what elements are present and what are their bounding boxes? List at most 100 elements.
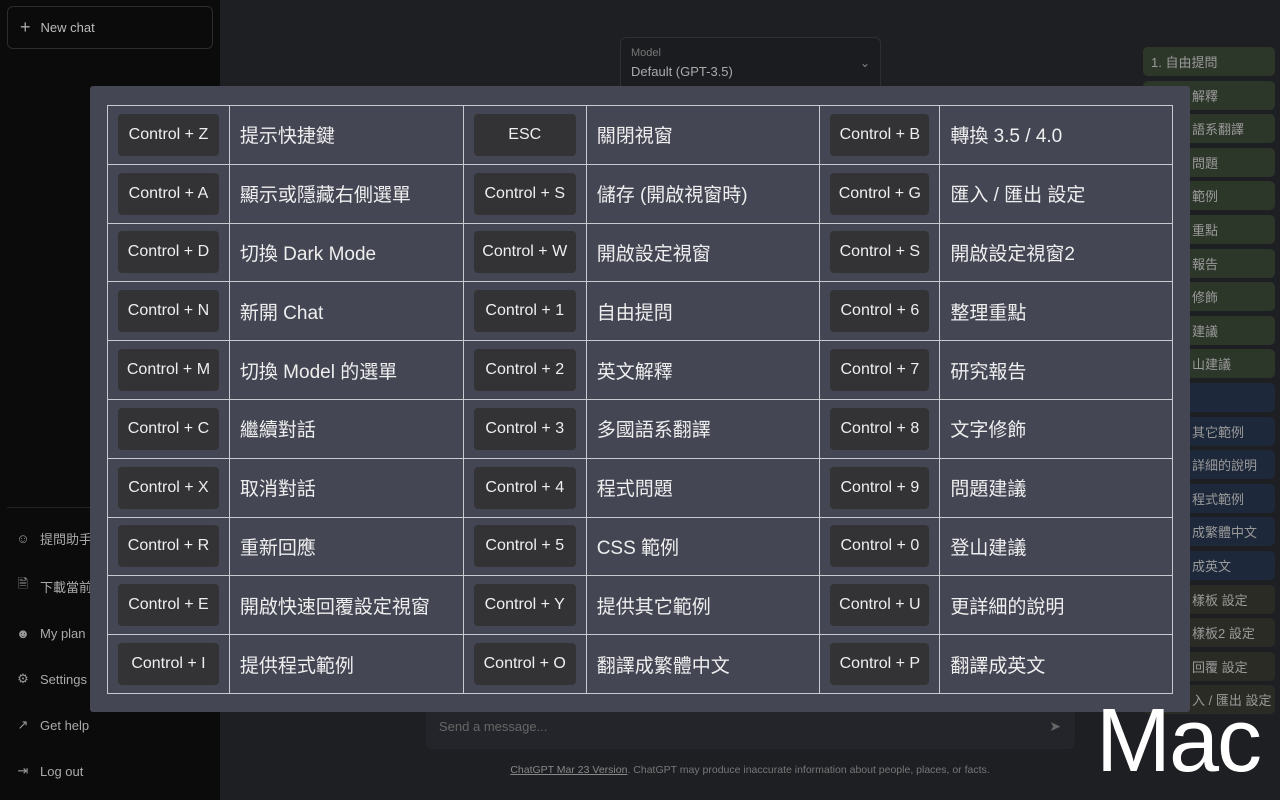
key-cell: Control + W (462, 222, 587, 283)
quick-prompt-label: 樣板2 設定 (1192, 626, 1255, 642)
shortcut-description: 研究報告 (939, 340, 1173, 400)
file-download-icon: 🗎 (17, 576, 29, 591)
key-badge: Control + O (473, 643, 576, 686)
shortcut-description: 更詳細的說明 (939, 575, 1173, 636)
quick-prompt-label: 詳細的說明 (1192, 458, 1258, 474)
shortcut-description: 提供程式範例 (228, 634, 464, 694)
sidebar-item[interactable]: ☺ 提問助手 (16, 528, 92, 548)
key-badge: Control + 3 (473, 407, 576, 450)
shortcut-description: 程式問題 (585, 457, 821, 518)
shortcut-description: 整理重點 (939, 281, 1173, 342)
footer: ChatGPT Mar 23 Version. ChatGPT may prod… (420, 764, 1080, 776)
key-cell: Control + Y (462, 575, 587, 636)
sidebar-item[interactable]: ⇥ Log out (16, 761, 84, 781)
external-link-icon: ↗ (17, 717, 29, 732)
shortcut-row: Control + X 取消對話 Control + 4 程式問題 Control + … (107, 457, 1173, 518)
shortcut-description: 新開 Chat (228, 281, 464, 342)
key-badge: ESC (473, 113, 576, 156)
quick-prompt-label: 重點 (1192, 223, 1219, 238)
message-input[interactable]: Send a message... ➤ (426, 706, 1075, 749)
new-chat-label: New chat (40, 20, 95, 35)
shortcut-description: 登山建議 (939, 516, 1173, 577)
shortcut-row: Control + A 顯示或隱藏右側選單 Control + S 儲存 (開啟視窗時… (107, 163, 1173, 224)
shortcuts-modal: Control + Z 提示快捷鍵 ESC 關閉視窗 Control + B 轉換 3.5… (90, 86, 1190, 712)
key-cell: Control + S (819, 222, 941, 283)
quick-prompt-label: 成英文 (1192, 559, 1232, 574)
key-badge: Control + M (118, 349, 219, 392)
shortcut-row: Control + D 切換 Dark Mode Control + W 開啟設定視窗… (107, 222, 1173, 283)
sidebar-item[interactable]: 🗎 下載當前 (16, 576, 92, 596)
quick-prompt-label: 樣板 設定 (1192, 592, 1248, 608)
key-badge: Control + 1 (473, 290, 576, 333)
shortcut-description: 提供其它範例 (585, 575, 821, 636)
model-label: Model (631, 47, 661, 59)
user-icon: ☻ (16, 625, 30, 641)
sidebar-item-label: 下載當前 (40, 579, 93, 595)
key-badge: Control + W (473, 231, 576, 274)
shortcut-description: 切換 Dark Mode (228, 222, 464, 283)
key-badge: Control + 2 (473, 349, 576, 392)
sidebar-item-label: Get help (40, 717, 90, 733)
key-cell: Control + I (107, 634, 230, 694)
key-cell: Control + 0 (819, 516, 941, 577)
shortcut-description: 關閉視窗 (585, 105, 821, 165)
key-badge: Control + 5 (473, 525, 576, 568)
key-cell: Control + 7 (819, 340, 941, 400)
key-cell: Control + 6 (819, 281, 941, 342)
logout-icon: ⇥ (17, 763, 29, 778)
sidebar-item-label: 提問助手 (40, 531, 93, 547)
sidebar-item[interactable]: ⚙ Settings (16, 669, 87, 689)
key-cell: ESC (462, 105, 587, 165)
shortcut-row: Control + C 繼續對話 Control + 3 多國語系翻譯 Control … (107, 398, 1173, 459)
quick-prompt-label: 山建議 (1192, 357, 1232, 373)
key-badge: Control + U (830, 584, 930, 627)
shortcut-description: 提示快捷鍵 (228, 105, 464, 165)
key-cell: Control + M (107, 340, 230, 400)
shortcut-description: 翻譯成英文 (939, 634, 1173, 694)
quick-prompt-label: 範例 (1192, 189, 1219, 205)
quick-prompt-label: 問題 (1192, 155, 1219, 171)
key-cell: Control + R (107, 516, 230, 577)
key-badge: Control + 0 (830, 525, 930, 568)
sidebar-item-label: Log out (40, 763, 84, 779)
key-badge: Control + Z (118, 113, 219, 156)
quick-prompt-label: 程式範例 (1192, 491, 1245, 507)
key-cell: Control + 3 (462, 398, 587, 459)
key-cell: Control + 1 (462, 281, 587, 342)
quick-prompt-button[interactable]: 1. 自由提問 (1143, 47, 1275, 76)
key-badge: Control + B (830, 113, 930, 156)
key-cell: Control + 9 (819, 457, 941, 518)
shortcut-row: Control + M 切換 Model 的選單 Control + 2 英文解釋 Co… (107, 340, 1173, 400)
model-value: Default (GPT-3.5) (631, 64, 733, 79)
shortcut-description: 文字修飾 (939, 398, 1173, 459)
key-cell: Control + C (107, 398, 230, 459)
shortcuts-table: Control + Z 提示快捷鍵 ESC 關閉視窗 Control + B 轉換 3.5… (107, 105, 1173, 694)
key-badge: Control + 9 (830, 466, 930, 509)
shortcut-description: CSS 範例 (585, 516, 821, 577)
key-badge: Control + 7 (830, 349, 930, 392)
shortcut-description: 取消對話 (228, 457, 464, 518)
key-cell: Control + A (107, 163, 230, 224)
key-cell: Control + 4 (462, 457, 587, 518)
new-chat-button[interactable]: + New chat (7, 6, 213, 49)
key-cell: Control + O (462, 634, 587, 694)
key-badge: Control + 6 (830, 290, 930, 333)
shortcut-description: 多國語系翻譯 (585, 398, 821, 459)
shortcut-row: Control + E 開啟快速回覆設定視窗 Control + Y 提供其它範例 Co… (107, 575, 1173, 636)
shortcut-description: 開啟設定視窗2 (939, 222, 1173, 283)
sidebar-item[interactable]: ↗ Get help (16, 715, 90, 735)
plus-icon: + (20, 17, 31, 37)
shortcut-description: 英文解釋 (585, 340, 821, 400)
mac-watermark: Mac (1096, 691, 1262, 791)
sidebar-item[interactable]: ☻ My plan (16, 623, 85, 643)
shortcut-description: 開啟快速回覆設定視窗 (228, 575, 464, 636)
quick-prompt-label: 成繁體中文 (1192, 525, 1258, 541)
version-link[interactable]: ChatGPT Mar 23 Version (510, 764, 627, 776)
key-badge: Control + S (830, 231, 930, 274)
shortcut-row: Control + I 提供程式範例 Control + O 翻譯成繁體中文 Contr… (107, 634, 1173, 694)
key-badge: Control + N (118, 290, 219, 333)
send-icon[interactable]: ➤ (1049, 718, 1061, 735)
key-badge: Control + 4 (473, 466, 576, 509)
quick-prompt-label: 修飾 (1192, 290, 1219, 306)
key-cell: Control + 2 (462, 340, 587, 400)
